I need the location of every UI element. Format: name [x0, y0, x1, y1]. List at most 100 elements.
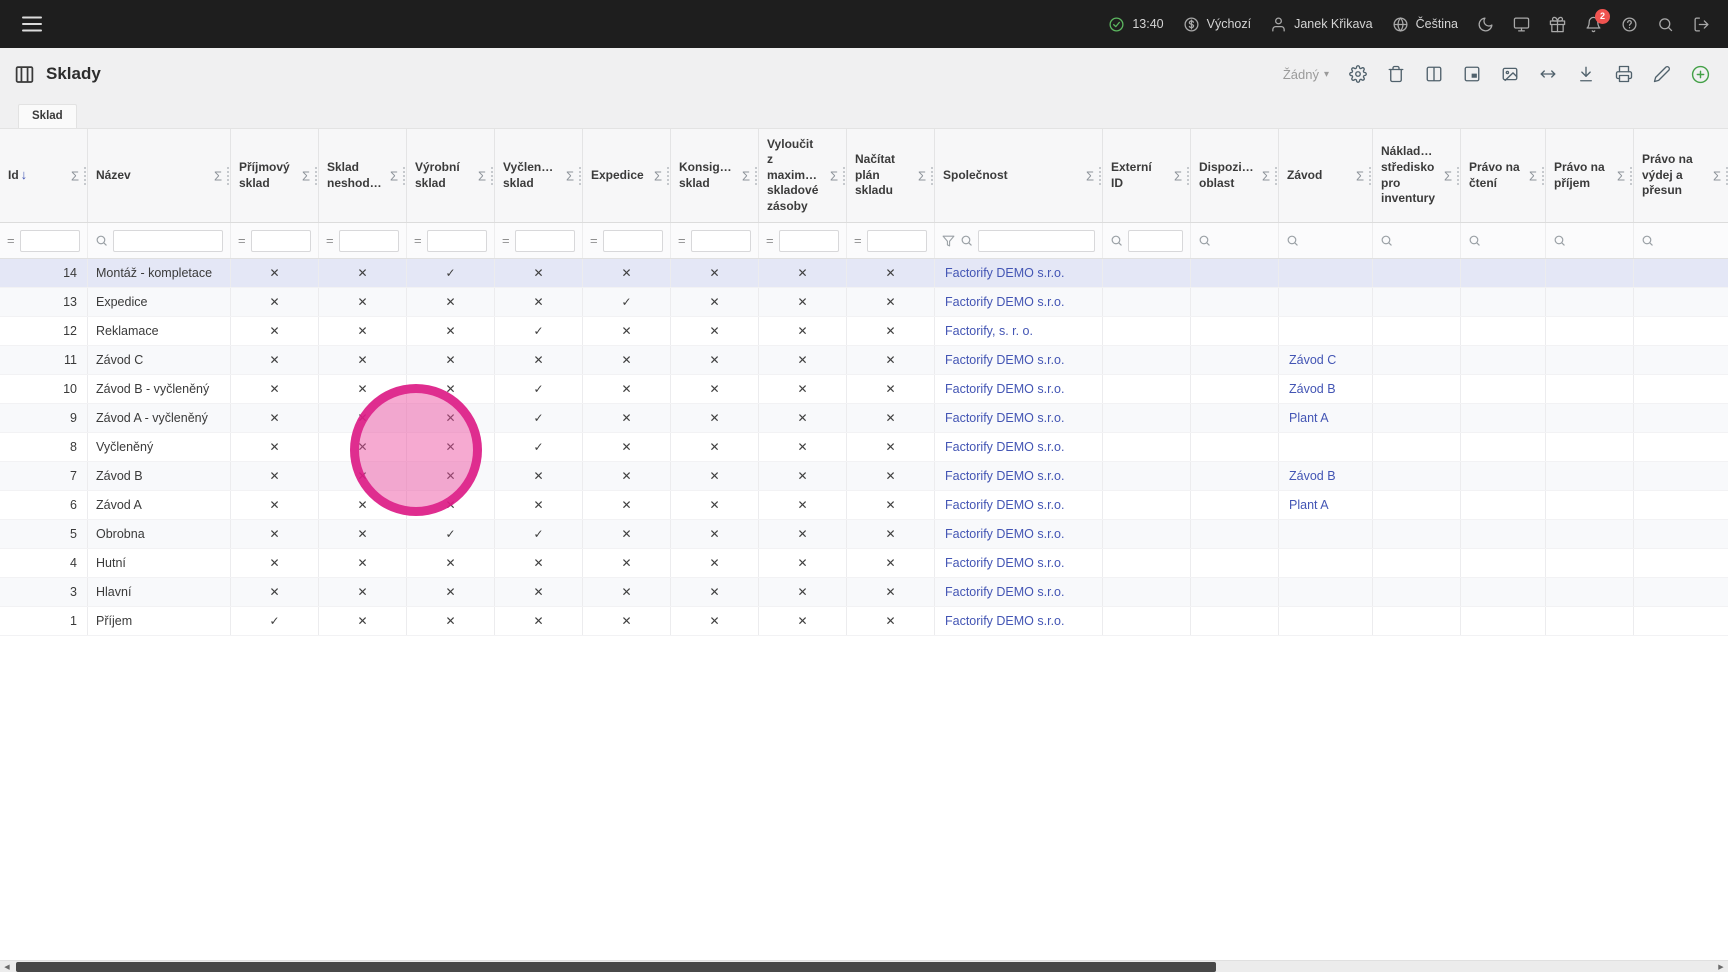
table-row[interactable]: 6Závod A✕✕✕✕✕✕✕✕Factorify DEMO s.r.o.Pla…: [0, 491, 1728, 520]
tab-sklad[interactable]: Sklad: [18, 104, 77, 128]
column-header-nazev[interactable]: NázevΣ: [88, 129, 231, 222]
table-row[interactable]: 4Hutní✕✕✕✕✕✕✕✕Factorify DEMO s.r.o.: [0, 549, 1728, 578]
scroll-left-arrow[interactable]: ◀: [0, 961, 14, 972]
column-resize-grip[interactable]: [667, 167, 669, 185]
filter-input-vyrobni[interactable]: [427, 230, 487, 252]
table-row[interactable]: 10Závod B - vyčleněný✕✕✕✓✕✕✕✕Factorify D…: [0, 375, 1728, 404]
column-resize-grip[interactable]: [931, 167, 933, 185]
filter-input-nacitat[interactable]: [867, 230, 927, 252]
cell-zavod[interactable]: Závod B: [1279, 462, 1373, 490]
sum-icon[interactable]: Σ: [918, 168, 926, 183]
cell-spolecnost[interactable]: Factorify, s. r. o.: [935, 317, 1103, 345]
cell-spolecnost[interactable]: Factorify DEMO s.r.o.: [935, 520, 1103, 548]
logout-button[interactable]: [1693, 16, 1710, 33]
column-header-naklad[interactable]: Náklad… středisko pro inventuryΣ: [1373, 129, 1461, 222]
edit-button[interactable]: [1653, 65, 1671, 83]
sum-icon[interactable]: Σ: [1086, 168, 1094, 183]
export-button[interactable]: [1577, 65, 1595, 83]
column-resize-grip[interactable]: [579, 167, 581, 185]
column-resize-grip[interactable]: [1369, 167, 1371, 185]
fit-columns-button[interactable]: [1539, 65, 1557, 83]
sum-icon[interactable]: Σ: [654, 168, 662, 183]
filter-input-nazev[interactable]: [113, 230, 223, 252]
sum-icon[interactable]: Σ: [1262, 168, 1270, 183]
preset-dropdown[interactable]: Žádný ▾: [1283, 67, 1329, 82]
filter-input-konsig[interactable]: [691, 230, 751, 252]
column-resize-grip[interactable]: [1099, 167, 1101, 185]
print-button[interactable]: [1615, 65, 1633, 83]
table-row[interactable]: 7Závod B✕✕✕✕✕✕✕✕Factorify DEMO s.r.o.Záv…: [0, 462, 1728, 491]
cell-spolecnost[interactable]: Factorify DEMO s.r.o.: [935, 491, 1103, 519]
column-header-spolecnost[interactable]: SpolečnostΣ: [935, 129, 1103, 222]
column-resize-grip[interactable]: [755, 167, 757, 185]
menu-button[interactable]: [18, 12, 46, 36]
cell-spolecnost[interactable]: Factorify DEMO s.r.o.: [935, 578, 1103, 606]
column-header-zavod[interactable]: ZávodΣ: [1279, 129, 1373, 222]
sum-icon[interactable]: Σ: [302, 168, 310, 183]
filter-input-vyclen[interactable]: [515, 230, 575, 252]
sum-icon[interactable]: Σ: [1713, 168, 1721, 183]
table-row[interactable]: 5Obrobna✕✕✓✓✕✕✕✕Factorify DEMO s.r.o.: [0, 520, 1728, 549]
funnel-icon[interactable]: [942, 234, 955, 247]
filter-input-expedice[interactable]: [603, 230, 663, 252]
cell-spolecnost[interactable]: Factorify DEMO s.r.o.: [935, 375, 1103, 403]
theme-toggle[interactable]: [1477, 16, 1494, 33]
column-resize-grip[interactable]: [1457, 167, 1459, 185]
table-row[interactable]: 11Závod C✕✕✕✕✕✕✕✕Factorify DEMO s.r.o.Zá…: [0, 346, 1728, 375]
column-resize-grip[interactable]: [1542, 167, 1544, 185]
column-header-externi[interactable]: Externí IDΣ: [1103, 129, 1191, 222]
column-resize-grip[interactable]: [403, 167, 405, 185]
cell-spolecnost[interactable]: Factorify DEMO s.r.o.: [935, 346, 1103, 374]
table-row[interactable]: 8Vyčleněný✕✕✕✓✕✕✕✕Factorify DEMO s.r.o.: [0, 433, 1728, 462]
column-header-vyloucit[interactable]: Vyloučit z maxim… skladové zásobyΣ: [759, 129, 847, 222]
sum-icon[interactable]: Σ: [478, 168, 486, 183]
column-resize-grip[interactable]: [491, 167, 493, 185]
column-resize-grip[interactable]: [1630, 167, 1632, 185]
cell-spolecnost[interactable]: Factorify DEMO s.r.o.: [935, 433, 1103, 461]
cell-spolecnost[interactable]: Factorify DEMO s.r.o.: [935, 259, 1103, 287]
currency-selector[interactable]: Výchozí: [1183, 16, 1251, 33]
sum-icon[interactable]: Σ: [390, 168, 398, 183]
user-menu[interactable]: Janek Křikava: [1270, 16, 1373, 33]
search-button[interactable]: [1657, 16, 1674, 33]
column-header-expedice[interactable]: ExpediceΣ: [583, 129, 671, 222]
scrollbar-thumb[interactable]: [16, 962, 1216, 972]
filter-input-id[interactable]: [20, 230, 80, 252]
column-header-dispozicni[interactable]: Dispozi… oblastΣ: [1191, 129, 1279, 222]
image-view-button[interactable]: [1501, 65, 1519, 83]
column-header-pravo_prijem[interactable]: Právo na příjemΣ: [1546, 129, 1634, 222]
filter-input-prijmovy[interactable]: [251, 230, 311, 252]
filter-input-spolecnost[interactable]: [978, 230, 1095, 252]
table-row[interactable]: 3Hlavní✕✕✕✕✕✕✕✕Factorify DEMO s.r.o.: [0, 578, 1728, 607]
add-button[interactable]: [1691, 65, 1710, 84]
status-time[interactable]: 13:40: [1108, 16, 1163, 33]
equals-operator[interactable]: =: [590, 233, 598, 248]
equals-operator[interactable]: =: [502, 233, 510, 248]
cell-spolecnost[interactable]: Factorify DEMO s.r.o.: [935, 607, 1103, 635]
settings-button[interactable]: [1349, 65, 1367, 83]
column-header-pravo_cteni[interactable]: Právo na čteníΣ: [1461, 129, 1546, 222]
sum-icon[interactable]: Σ: [566, 168, 574, 183]
language-selector[interactable]: Čeština: [1392, 16, 1458, 33]
column-header-id[interactable]: Id↓Σ: [0, 129, 88, 222]
sum-icon[interactable]: Σ: [1356, 168, 1364, 183]
filter-input-neshod[interactable]: [339, 230, 399, 252]
cell-spolecnost[interactable]: Factorify DEMO s.r.o.: [935, 462, 1103, 490]
equals-operator[interactable]: =: [414, 233, 422, 248]
column-header-nacitat[interactable]: Načítat plán skladuΣ: [847, 129, 935, 222]
panel-position-button[interactable]: [1463, 65, 1481, 83]
equals-operator[interactable]: =: [7, 233, 15, 248]
table-row[interactable]: 1Příjem✓✕✕✕✕✕✕✕Factorify DEMO s.r.o.: [0, 607, 1728, 636]
column-header-pravo_vydej[interactable]: Právo na výdej a přesunΣ: [1634, 129, 1728, 222]
filter-input-externi[interactable]: [1128, 230, 1183, 252]
equals-operator[interactable]: =: [766, 233, 774, 248]
column-header-prijmovy[interactable]: Příjmový skladΣ: [231, 129, 319, 222]
cell-spolecnost[interactable]: Factorify DEMO s.r.o.: [935, 288, 1103, 316]
cell-spolecnost[interactable]: Factorify DEMO s.r.o.: [935, 549, 1103, 577]
cell-zavod[interactable]: Plant A: [1279, 491, 1373, 519]
column-resize-grip[interactable]: [84, 167, 86, 185]
table-row[interactable]: 13Expedice✕✕✕✕✓✕✕✕Factorify DEMO s.r.o.: [0, 288, 1728, 317]
display-button[interactable]: [1513, 16, 1530, 33]
sum-icon[interactable]: Σ: [71, 168, 79, 183]
cell-zavod[interactable]: Závod B: [1279, 375, 1373, 403]
